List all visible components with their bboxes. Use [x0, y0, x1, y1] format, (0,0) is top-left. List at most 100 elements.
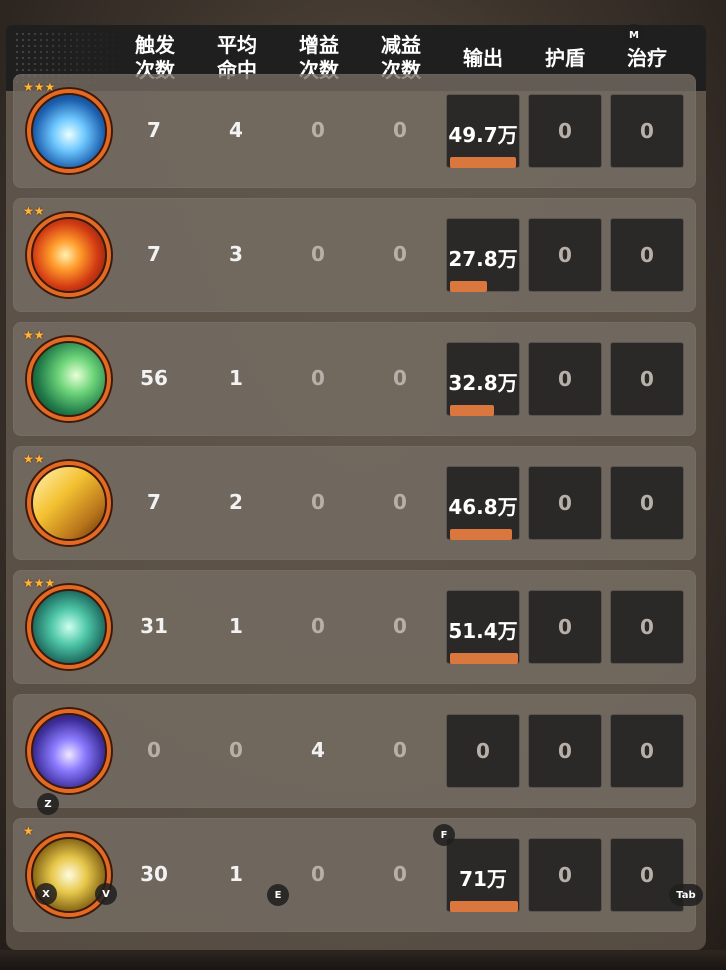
cell-buff: 0	[311, 366, 325, 390]
cell-heal-value: 0	[640, 367, 654, 391]
golden-lightning-skill-icon[interactable]	[25, 459, 113, 547]
skill-icon-art	[31, 589, 107, 665]
keybind-tab-badge[interactable]: Tab	[669, 884, 703, 906]
cell-heal-value: 0	[640, 615, 654, 639]
cell-buff: 0	[311, 490, 325, 514]
output-progress-bar	[450, 529, 512, 540]
cell-output-value: 27.8万	[448, 247, 518, 271]
cell-buff: 0	[311, 614, 325, 638]
skill-row[interactable]: ★★ 7 3 0 0 27.8万 0 0	[13, 198, 696, 312]
output-progress-bar	[450, 281, 487, 292]
cell-shield-value: 0	[558, 491, 572, 515]
skill-icon-art	[31, 713, 107, 789]
cell-shield-value: 0	[558, 119, 572, 143]
cell-output-value: 51.4万	[448, 619, 518, 643]
cell-output-value: 0	[476, 739, 490, 763]
cell-output-box: 0	[446, 714, 520, 788]
cell-avg-hit: 0	[229, 738, 243, 762]
bottom-band	[0, 950, 726, 970]
cell-avg-hit: 3	[229, 242, 243, 266]
cell-output-box: 27.8万	[446, 218, 520, 292]
skill-icon-art	[31, 341, 107, 417]
star-rank-icon: ★★★	[23, 80, 56, 94]
cell-heal-value: 0	[640, 863, 654, 887]
cell-shield-value: 0	[558, 615, 572, 639]
ice-shard-skill-icon[interactable]	[25, 87, 113, 175]
cell-heal-box: 0	[610, 94, 684, 168]
cell-avg-hit: 1	[229, 614, 243, 638]
golden-burst-skill-icon[interactable]	[25, 831, 113, 919]
cell-trigger: 56	[140, 366, 168, 390]
cell-shield-box: 0	[528, 590, 602, 664]
cell-buff: 0	[311, 242, 325, 266]
cell-debuff: 0	[393, 614, 407, 638]
cell-avg-hit: 1	[229, 862, 243, 886]
skill-row[interactable]: 0 0 4 0 0 0 0	[13, 694, 696, 808]
cell-shield-value: 0	[558, 367, 572, 391]
cell-output-value: 71万	[459, 867, 507, 891]
cell-trigger: 31	[140, 614, 168, 638]
cell-debuff: 0	[393, 242, 407, 266]
skill-icon-art	[31, 465, 107, 541]
keybind-e-badge[interactable]: E	[267, 884, 289, 906]
cell-buff: 0	[311, 862, 325, 886]
cell-debuff: 0	[393, 862, 407, 886]
starry-vortex-skill-icon[interactable]	[25, 707, 113, 795]
cell-shield-box: 0	[528, 342, 602, 416]
cell-debuff: 0	[393, 738, 407, 762]
cell-heal-box: 0	[610, 218, 684, 292]
cell-heal-box: 0	[610, 466, 684, 540]
skill-row[interactable]: ★★★ 31 1 0 0 51.4万 0 0	[13, 570, 696, 684]
cell-shield-box: 0	[528, 466, 602, 540]
skill-icon-art	[31, 93, 107, 169]
cell-heal-value: 0	[640, 119, 654, 143]
output-progress-bar	[450, 901, 518, 912]
cell-heal-value: 0	[640, 491, 654, 515]
header-trigger-line1: 触发	[135, 33, 175, 57]
star-rank-icon: ★★	[23, 328, 45, 342]
keybind-m-badge[interactable]: M	[623, 24, 645, 46]
cell-output-value: 46.8万	[448, 495, 518, 519]
cell-debuff: 0	[393, 118, 407, 142]
cell-output-box: 51.4万	[446, 590, 520, 664]
header-avg-hit-line1: 平均	[217, 33, 257, 57]
green-wind-skill-icon[interactable]	[25, 335, 113, 423]
skill-row[interactable]: ★★★ 7 4 0 0 49.7万 0 0	[13, 74, 696, 188]
cell-heal-box: 0	[610, 590, 684, 664]
cell-trigger: 7	[147, 490, 161, 514]
header-debuff-line1: 减益	[381, 33, 421, 57]
keybind-x-badge[interactable]: X	[35, 883, 57, 905]
cell-trigger: 0	[147, 738, 161, 762]
cell-heal-value: 0	[640, 739, 654, 763]
star-rank-icon: ★	[23, 824, 34, 838]
cell-shield-value: 0	[558, 863, 572, 887]
skill-row[interactable]: ★ 30 1 0 0 71万 0 0	[13, 818, 696, 932]
output-progress-bar	[450, 653, 518, 664]
header-shield-label: 护盾	[545, 45, 585, 70]
fireball-skill-icon[interactable]	[25, 211, 113, 299]
cell-shield-box: 0	[528, 714, 602, 788]
star-rank-icon: ★★	[23, 452, 45, 466]
cell-trigger: 7	[147, 118, 161, 142]
cell-output-box: 46.8万	[446, 466, 520, 540]
keybind-z-badge[interactable]: Z	[37, 793, 59, 815]
cell-shield-value: 0	[558, 739, 572, 763]
header-heal-label: 治疗	[627, 45, 667, 70]
star-rank-icon: ★★★	[23, 576, 56, 590]
cell-buff: 0	[311, 118, 325, 142]
cell-shield-box: 0	[528, 838, 602, 912]
keybind-f-badge[interactable]: F	[433, 824, 455, 846]
cell-output-box: 71万	[446, 838, 520, 912]
cell-output-value: 49.7万	[448, 123, 518, 147]
skill-row[interactable]: ★★ 7 2 0 0 46.8万 0 0	[13, 446, 696, 560]
cell-shield-box: 0	[528, 218, 602, 292]
skill-row[interactable]: ★★ 56 1 0 0 32.8万 0 0	[13, 322, 696, 436]
cell-shield-value: 0	[558, 243, 572, 267]
cell-trigger: 30	[140, 862, 168, 886]
cell-shield-box: 0	[528, 94, 602, 168]
jade-orb-skill-icon[interactable]	[25, 583, 113, 671]
cell-output-box: 32.8万	[446, 342, 520, 416]
keybind-v-badge[interactable]: V	[95, 883, 117, 905]
cell-trigger: 7	[147, 242, 161, 266]
cell-output-value: 32.8万	[448, 371, 518, 395]
